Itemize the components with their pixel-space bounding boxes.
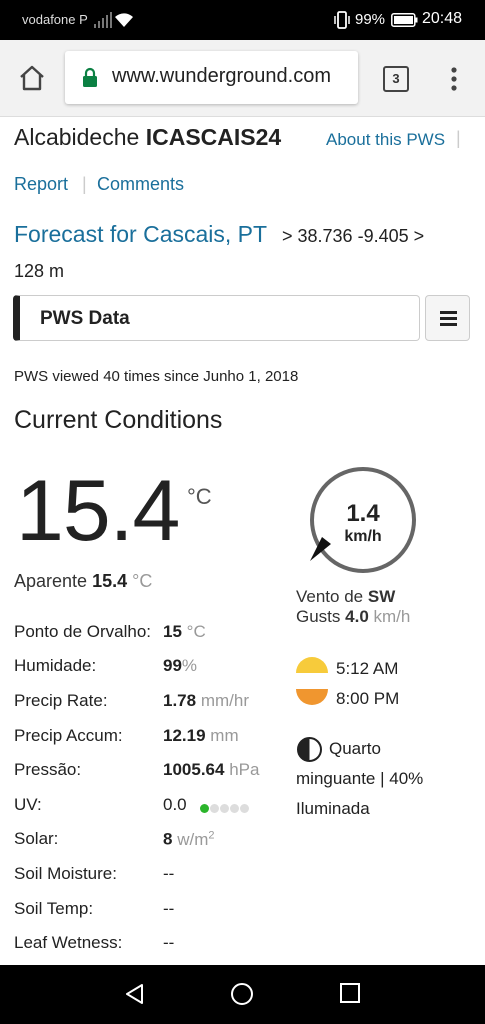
feels-like-value: 15.4 <box>92 571 128 591</box>
gusts-value: 4.0 <box>345 607 369 626</box>
station-city: Alcabideche <box>14 124 140 150</box>
address-bar[interactable]: www.wunderground.com <box>65 51 358 104</box>
dewpoint-value: 15 °C <box>163 622 206 641</box>
humidity-value: 99% <box>163 656 198 675</box>
battery-icon <box>391 13 418 27</box>
home-nav-icon[interactable] <box>230 982 254 1006</box>
wifi-icon <box>115 13 133 27</box>
pws-data-label: PWS Data <box>40 308 130 329</box>
moon-phase-line2: minguante | 40% <box>296 769 424 788</box>
uv-level-indicator <box>200 800 250 818</box>
pressure-value: 1005.64 hPa <box>163 760 260 779</box>
precip-accum-value: 12.19 mm <box>163 726 239 745</box>
moon-phase-icon <box>297 737 322 762</box>
temperature-unit: °C <box>187 484 212 509</box>
soil-temp-label: Soil Temp: <box>14 899 94 918</box>
wind-direction-label: Vento de <box>296 587 364 606</box>
temperature-value: 15.4 <box>16 463 180 559</box>
sunset-time: 8:00 PM <box>336 689 400 708</box>
uv-dot <box>200 804 209 813</box>
comments-link[interactable]: Comments <box>97 174 184 195</box>
sunset-icon <box>296 689 328 705</box>
moon-phase-line3: Iluminada <box>296 799 370 818</box>
uv-label: UV: <box>14 795 42 814</box>
wind-direction: Vento de SW <box>296 587 395 607</box>
gusts-label: Gusts <box>296 607 341 626</box>
feels-like: Aparente 15.4 °C <box>14 571 152 592</box>
wind-speed: 1.4 <box>346 500 380 527</box>
current-conditions-heading: Current Conditions <box>14 406 223 434</box>
soil-temp-value: -- <box>163 899 175 918</box>
station-elevation: 128 m <box>14 261 65 281</box>
system-nav-bar <box>0 965 485 1024</box>
wind-speed-unit: km/h <box>344 528 382 545</box>
battery-percent: 99% <box>355 11 386 28</box>
solar-label: Solar: <box>14 829 59 848</box>
humidity-label: Humidade: <box>14 656 97 675</box>
signal-icon <box>94 12 112 28</box>
vibrate-icon <box>334 11 350 29</box>
soil-moisture-value: -- <box>163 864 175 883</box>
feels-like-unit: °C <box>132 571 153 591</box>
tabs-icon[interactable]: 3 <box>383 66 409 92</box>
station-id: ICASCAIS24 <box>145 124 282 150</box>
status-bar: vodafone P 99% 20:48 <box>0 0 485 40</box>
carrier-name: vodafone P <box>22 12 88 27</box>
pressure-label: Pressão: <box>14 760 82 779</box>
soil-moisture-label: Soil Moisture: <box>14 864 117 883</box>
separator: | <box>82 174 87 194</box>
uv-dot <box>220 804 229 813</box>
leaf-wetness-label: Leaf Wetness: <box>14 933 123 952</box>
url-text: www.wunderground.com <box>112 65 331 87</box>
uv-dot <box>240 804 249 813</box>
more-menu-icon[interactable] <box>444 64 464 94</box>
separator: | <box>456 128 461 148</box>
hamburger-menu-button[interactable] <box>425 295 470 341</box>
solar-value: 8 w/m2 <box>163 829 215 849</box>
uv-value: 0.0 <box>163 795 187 814</box>
station-coordinates: > 38.736 -9.405 > <box>282 226 425 246</box>
view-count-text: PWS viewed 40 times since Junho 1, 2018 <box>14 368 299 385</box>
recent-apps-icon[interactable] <box>339 982 361 1004</box>
dewpoint-label: Ponto de Orvalho: <box>14 622 152 641</box>
precip-accum-label: Precip Accum: <box>14 726 123 745</box>
clock: 20:48 <box>422 10 463 27</box>
uv-dot <box>230 804 239 813</box>
browser-toolbar: www.wunderground.com 3 <box>0 40 485 117</box>
feels-like-label: Aparente <box>14 571 88 591</box>
about-pws-link[interactable]: About this PWS <box>326 130 445 150</box>
station-title: Alcabideche ICASCAIS24 <box>14 124 281 151</box>
precip-rate-value: 1.78 mm/hr <box>163 691 249 710</box>
home-icon[interactable] <box>18 64 46 92</box>
pws-data-dropdown[interactable]: PWS Data <box>13 295 420 341</box>
wind-gusts: Gusts 4.0 km/h <box>296 607 410 627</box>
uv-dot <box>210 804 219 813</box>
lock-icon <box>83 67 97 87</box>
precip-rate-label: Precip Rate: <box>14 691 108 710</box>
wind-direction-value: SW <box>367 587 396 606</box>
gusts-unit: km/h <box>373 607 411 626</box>
sunrise-time: 5:12 AM <box>336 659 399 678</box>
leaf-wetness-value: -- <box>163 933 175 952</box>
sunrise-icon <box>296 657 328 673</box>
forecast-link[interactable]: Forecast for Cascais, PT <box>14 221 267 248</box>
report-link[interactable]: Report <box>14 174 68 195</box>
back-icon[interactable] <box>123 982 147 1006</box>
moon-phase-line1: Quarto <box>329 739 381 758</box>
